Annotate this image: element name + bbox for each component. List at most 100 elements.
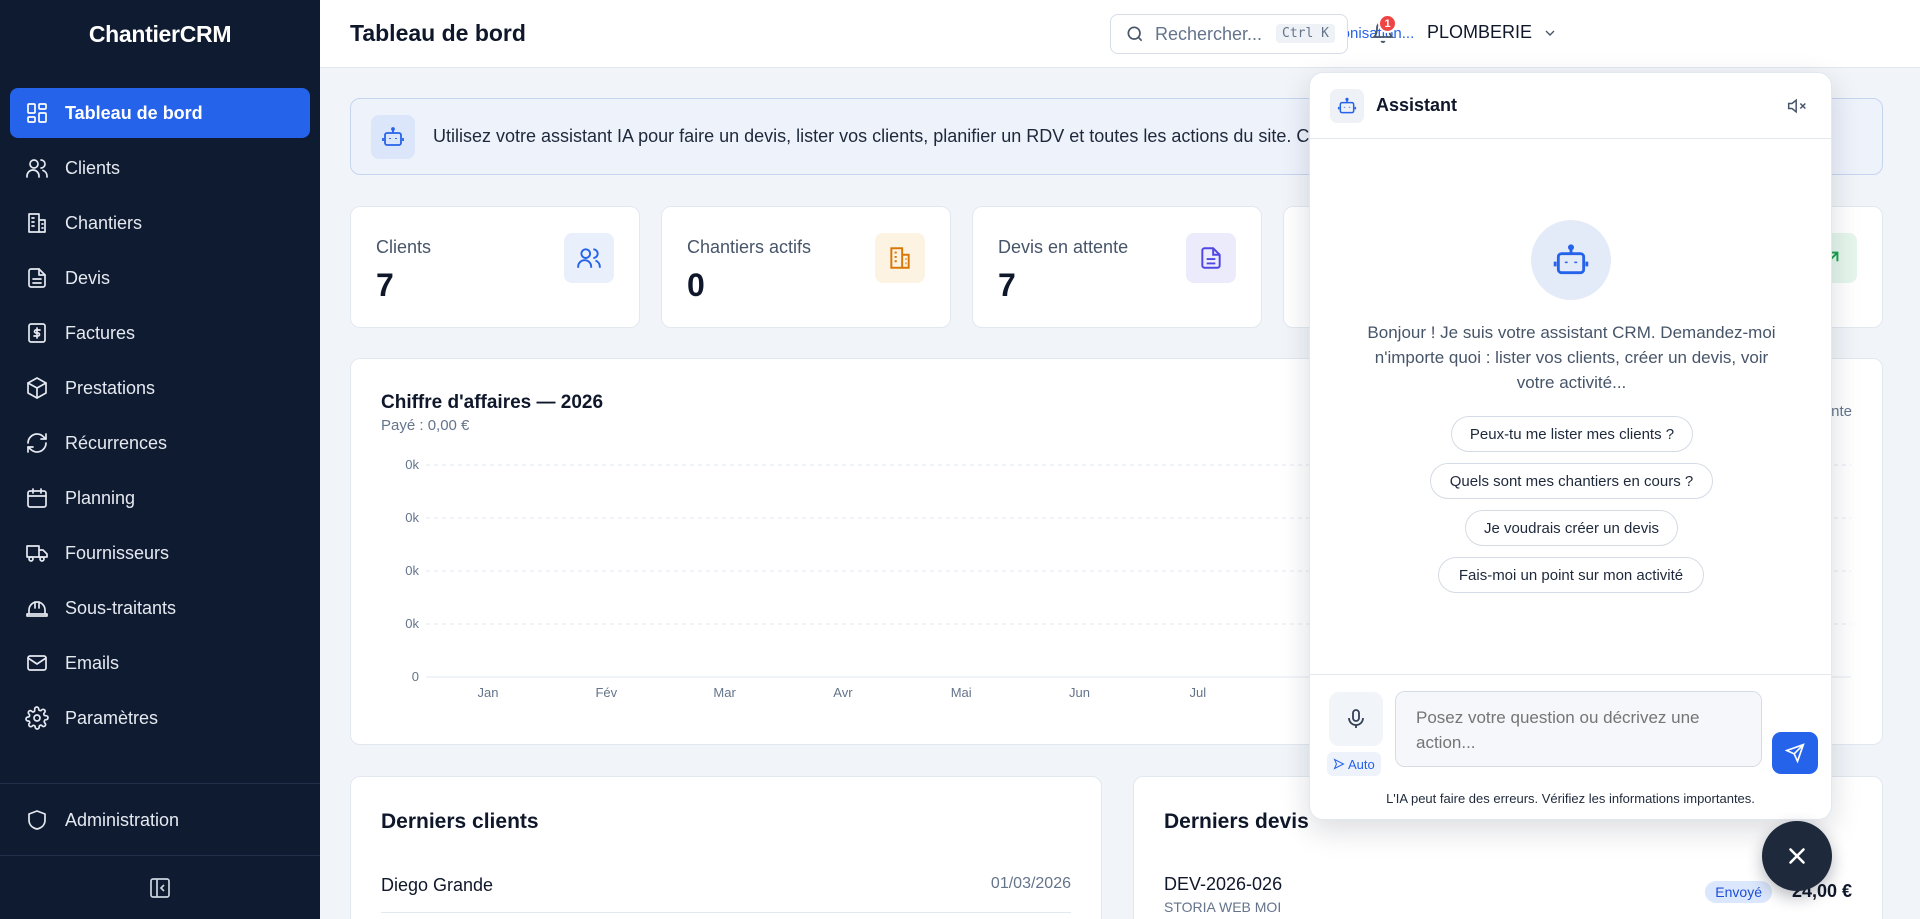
brand-logo[interactable]: ChantierCRM <box>0 0 320 68</box>
sidebar-admin: Administration <box>10 795 310 850</box>
sidebar-item-recurrences[interactable]: Récurrences <box>10 418 310 468</box>
close-assistant-button[interactable] <box>1762 821 1832 891</box>
invoice-icon <box>25 321 49 345</box>
sidebar-item-label: Prestations <box>65 377 156 398</box>
client-name: Diego Grande <box>381 875 494 895</box>
building-icon <box>875 233 925 283</box>
sidebar-item-label: Fournisseurs <box>65 542 170 563</box>
stat-value: 7 <box>376 267 394 303</box>
card-title: Derniers devis <box>1164 810 1309 833</box>
sidebar-item-label: Récurrences <box>65 432 168 453</box>
sidebar-item-label: Chantiers <box>65 212 143 233</box>
send-button[interactable] <box>1772 732 1818 774</box>
status-badge: Envoyé <box>1705 881 1772 903</box>
page-title: Tableau de bord <box>350 20 526 46</box>
sidebar-item-planning[interactable]: Planning <box>10 473 310 523</box>
company-selector[interactable]: PLOMBERIE <box>1427 22 1558 43</box>
suggestion-chip[interactable]: Quels sont mes chantiers en cours ? <box>1430 463 1713 499</box>
search-icon <box>1127 26 1143 42</box>
sidebar-item-clients[interactable]: Clients <box>10 143 310 193</box>
stat-card-devis[interactable]: Devis en attente 7 <box>972 206 1262 328</box>
quote-number: DEV-2026-026 <box>1164 874 1283 894</box>
sidebar-item-prestations[interactable]: Prestations <box>10 363 310 413</box>
assistant-input[interactable] <box>1395 691 1762 767</box>
sidebar-item-factures[interactable]: Factures <box>10 308 310 358</box>
x-tick-label: Mai <box>951 685 972 700</box>
quote-client: STORIA WEB MOI <box>1164 899 1282 915</box>
sidebar-item-devis[interactable]: Devis <box>10 253 310 303</box>
sidebar-item-dashboard[interactable]: Tableau de bord <box>10 88 310 138</box>
building-icon <box>25 211 49 235</box>
search-placeholder: Rechercher... <box>1155 23 1263 44</box>
refresh-icon <box>25 431 49 455</box>
stat-card-clients[interactable]: Clients 7 <box>350 206 640 328</box>
suggestion-chip[interactable]: Fais-moi un point sur mon activité <box>1438 557 1704 593</box>
stat-label: Clients <box>376 237 432 257</box>
sidebar-divider <box>0 855 320 856</box>
sidebar-item-label: Devis <box>65 267 111 288</box>
sidebar-item-label: Clients <box>65 157 121 178</box>
recent-clients-card: Derniers clients Diego Grande 01/03/2026 <box>350 776 1102 919</box>
assistant-header: Assistant <box>1310 73 1831 139</box>
document-icon <box>1186 233 1236 283</box>
robot-icon <box>371 114 415 159</box>
suggestion-chip[interactable]: Peux-tu me lister mes clients ? <box>1451 416 1693 452</box>
document-icon <box>25 266 49 290</box>
robot-icon <box>1330 88 1364 123</box>
sidebar-item-label: Factures <box>65 322 136 343</box>
shield-icon <box>25 808 49 832</box>
sidebar-item-fournisseurs[interactable]: Fournisseurs <box>10 528 310 578</box>
users-icon <box>25 156 49 180</box>
truck-icon <box>25 541 49 565</box>
x-tick-label: Jul <box>1189 685 1206 700</box>
stat-label: Chantiers actifs <box>687 237 812 257</box>
search-shortcut: Ctrl K <box>1276 24 1335 43</box>
assistant-panel: Assistant Bonjour ! Je suis votre assist… <box>1309 72 1832 820</box>
sidebar-divider <box>0 783 320 784</box>
sidebar-item-sous-traitants[interactable]: Sous-traitants <box>10 583 310 633</box>
mode-label: Auto <box>1348 756 1375 772</box>
send-icon <box>1785 743 1805 763</box>
banner-text: Utilisez votre assistant IA pour faire u… <box>433 126 1314 146</box>
card-title: Derniers clients <box>381 810 539 833</box>
divider <box>1310 674 1831 675</box>
chevron-down-icon <box>1545 30 1555 36</box>
y-tick-label: 0k <box>405 457 419 472</box>
stat-label: Devis en attente <box>998 237 1129 257</box>
search-input[interactable]: Rechercher... Ctrl K <box>1110 14 1348 54</box>
collapse-sidebar-icon[interactable] <box>148 876 172 900</box>
hardhat-icon <box>25 596 49 620</box>
close-icon <box>1789 848 1805 864</box>
sidebar-item-parametres[interactable]: Paramètres <box>10 693 310 743</box>
microphone-button[interactable] <box>1329 692 1383 746</box>
x-tick-label: Avr <box>833 685 853 700</box>
sidebar-item-label: Emails <box>65 652 120 673</box>
sidebar-item-label: Sous-traitants <box>65 597 177 618</box>
calendar-icon <box>25 486 49 510</box>
assistant-greeting: Bonjour ! Je suis votre assistant CRM. D… <box>1367 323 1776 392</box>
y-tick-label: 0k <box>405 510 419 525</box>
sidebar: ChantierCRM Tableau de bord Clients Chan… <box>0 0 320 919</box>
mute-icon[interactable] <box>1787 96 1809 118</box>
stat-card-chantiers[interactable]: Chantiers actifs 0 <box>661 206 951 328</box>
sidebar-item-label: Administration <box>65 809 180 830</box>
dashboard-icon <box>25 101 49 125</box>
sidebar-item-emails[interactable]: Emails <box>10 638 310 688</box>
sidebar-item-label: Planning <box>65 487 136 508</box>
sidebar-item-chantiers[interactable]: Chantiers <box>10 198 310 248</box>
x-tick-label: Jan <box>478 685 499 700</box>
voice-mode-toggle[interactable]: Auto <box>1327 752 1381 776</box>
assistant-disclaimer: L'IA peut faire des erreurs. Vérifiez le… <box>1386 791 1755 806</box>
x-tick-label: Mar <box>713 685 736 700</box>
notification-badge: 1 <box>1378 14 1397 33</box>
mail-icon <box>25 651 49 675</box>
robot-icon <box>1531 220 1611 300</box>
users-icon <box>564 233 614 283</box>
microphone-icon <box>1348 709 1364 728</box>
sidebar-item-administration[interactable]: Administration <box>10 795 310 845</box>
gear-icon <box>25 706 49 730</box>
company-name: PLOMBERIE <box>1427 22 1533 42</box>
suggestion-chip[interactable]: Je voudrais créer un devis <box>1465 510 1678 546</box>
sidebar-nav: Tableau de bord Clients Chantiers Devis … <box>10 88 310 748</box>
sidebar-item-label: Paramètres <box>65 707 159 728</box>
